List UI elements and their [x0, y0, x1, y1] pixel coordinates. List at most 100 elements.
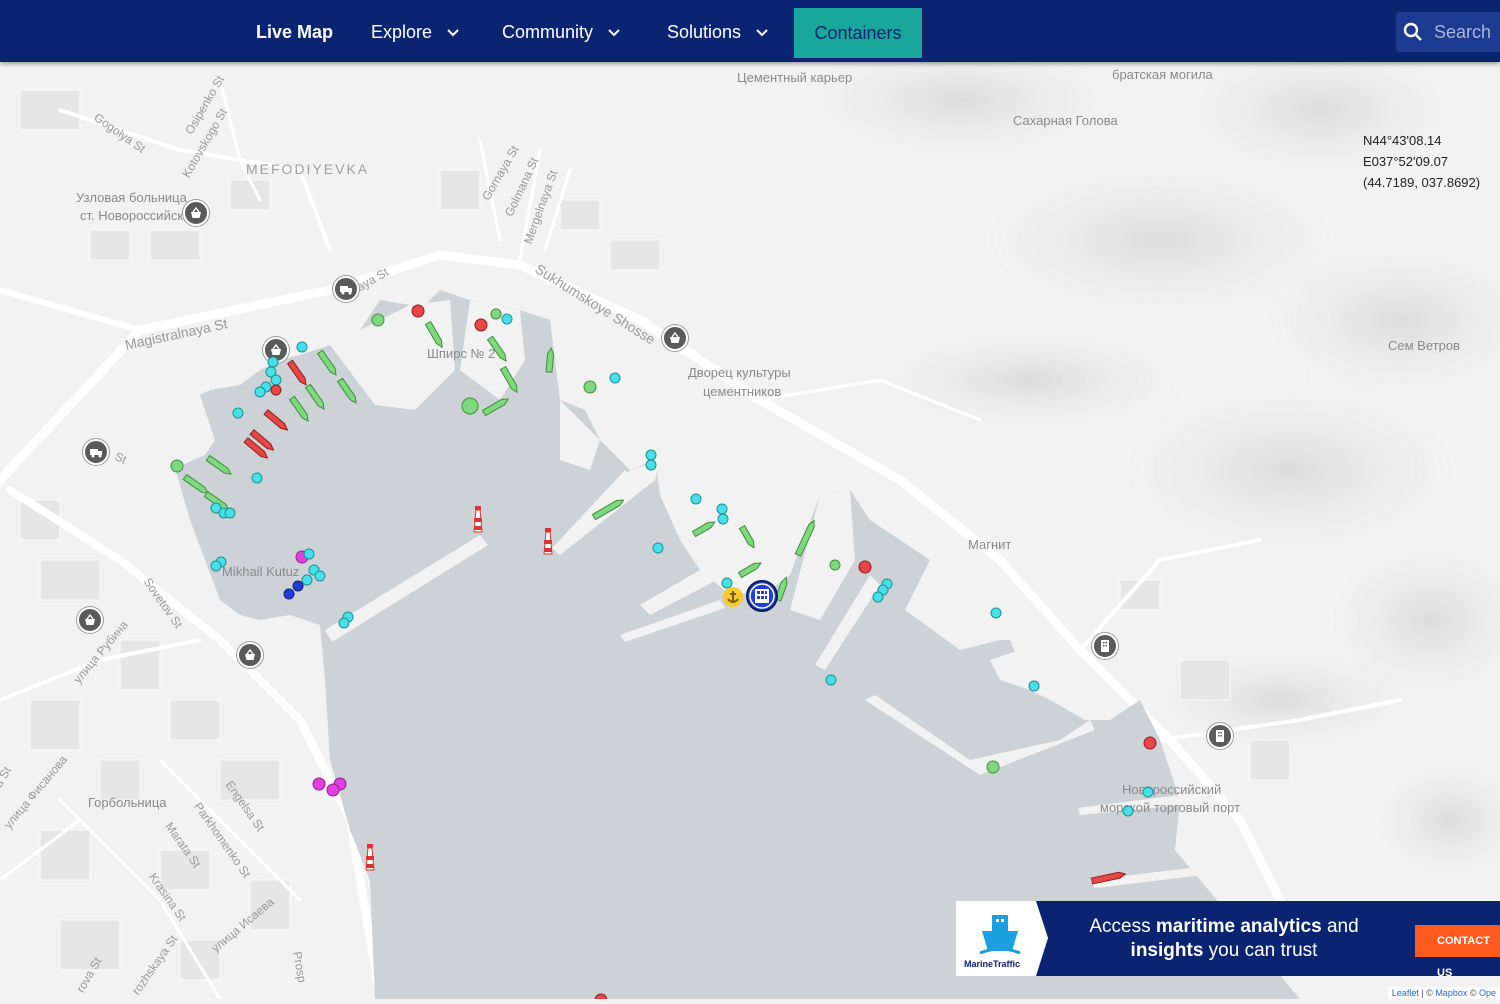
passenger-vessel-dot[interactable]	[717, 513, 729, 525]
cargo-vessel-dot[interactable]	[986, 760, 1000, 774]
passenger-vessel-dot[interactable]	[1142, 786, 1154, 798]
lighthouse-icon[interactable]	[365, 844, 375, 871]
nav-live-map[interactable]: Live Map	[256, 0, 333, 62]
ad-text-bold: maritime analytics	[1155, 916, 1322, 937]
other-vessel-dot[interactable]	[283, 588, 295, 600]
cargo-vessel-arrow[interactable]	[304, 383, 327, 410]
passenger-vessel-dot[interactable]	[872, 591, 884, 603]
tanker-vessel-arrow[interactable]	[263, 408, 289, 433]
cargo-vessel-arrow[interactable]	[288, 395, 311, 422]
contact-us-button[interactable]: CONTACT US	[1415, 925, 1500, 979]
passenger-vessel-dot[interactable]	[251, 472, 263, 484]
passenger-vessel-dot[interactable]	[825, 674, 837, 686]
coord-lon: E037°52'09.07	[1363, 154, 1449, 169]
lighthouses	[365, 506, 553, 871]
cargo-vessel-arrow[interactable]	[499, 365, 519, 394]
mapbox-link[interactable]: Mapbox	[1435, 988, 1467, 998]
search-icon[interactable]	[1403, 22, 1423, 42]
nav-solutions[interactable]: Solutions	[667, 0, 768, 62]
coord-lat: N44°43'08.14	[1363, 133, 1442, 148]
passenger-vessel-dot[interactable]	[270, 374, 282, 386]
passenger-vessel-dot[interactable]	[1028, 680, 1040, 692]
cargo-vessel-arrow[interactable]	[182, 473, 209, 496]
nav-containers-button[interactable]: Containers	[794, 8, 922, 58]
cargo-vessel-dot[interactable]	[829, 559, 841, 571]
passenger-vessel-dot[interactable]	[990, 607, 1002, 619]
coord-decimal: (44.7189, 037.8692)	[1363, 175, 1481, 190]
passenger-vessel-dot[interactable]	[301, 574, 313, 586]
cargo-vessel-arrow[interactable]	[545, 346, 555, 373]
passenger-vessel-dot[interactable]	[314, 570, 326, 582]
cargo-vessel-arrow[interactable]	[794, 519, 816, 557]
tug-vessel-dot[interactable]	[326, 783, 340, 797]
osm-link[interactable]: Ope	[1479, 988, 1496, 998]
leaflet-link[interactable]: Leaflet	[1392, 988, 1419, 998]
search-input[interactable]	[1434, 12, 1500, 52]
tanker-vessel-dot[interactable]	[411, 304, 425, 318]
passenger-vessel-dot[interactable]	[1122, 805, 1134, 817]
cargo-vessel-arrow[interactable]	[737, 560, 763, 579]
passenger-vessel-dot[interactable]	[338, 617, 350, 629]
anchor-icon[interactable]	[723, 587, 743, 607]
passenger-vessel-dot[interactable]	[296, 341, 308, 353]
tanker-vessel-arrow[interactable]	[286, 359, 309, 386]
nav-live-map-label: Live Map	[256, 22, 334, 42]
nav-solutions-label: Solutions	[667, 22, 742, 42]
tanker-vessel-dot[interactable]	[270, 384, 282, 396]
passenger-vessel-dot[interactable]	[645, 449, 657, 461]
tanker-vessel-arrow[interactable]	[1090, 871, 1127, 885]
ad-headline: Access maritime analytics and insights y…	[1060, 915, 1388, 963]
passenger-vessel-dot[interactable]	[690, 493, 702, 505]
top-nav: Live Map Explore Community Solutions Con…	[0, 0, 1500, 62]
vessels-underway	[182, 320, 1127, 885]
passenger-vessel-dot[interactable]	[254, 386, 266, 398]
passenger-vessel-dot[interactable]	[716, 503, 728, 515]
cargo-vessel-dot[interactable]	[461, 397, 479, 415]
cargo-vessel-arrow[interactable]	[316, 349, 339, 376]
tanker-vessel-dot[interactable]	[1143, 736, 1157, 750]
port-authority-icon[interactable]	[746, 580, 778, 612]
passenger-vessel-dot[interactable]	[652, 542, 664, 554]
vessels-moored	[170, 304, 1157, 999]
other-vessel-dot[interactable]	[292, 580, 304, 592]
nav-community[interactable]: Community	[502, 0, 620, 62]
passenger-vessel-dot[interactable]	[267, 356, 279, 368]
tug-vessel-dot[interactable]	[312, 777, 326, 791]
cargo-vessel-arrow[interactable]	[424, 320, 444, 349]
coordinates-readout: N44°43'08.14 E037°52'09.07 (44.7189, 037…	[1363, 130, 1480, 193]
cargo-vessel-dot[interactable]	[371, 313, 385, 327]
chevron-down-icon	[756, 29, 768, 37]
cargo-vessel-arrow[interactable]	[591, 497, 625, 521]
cargo-vessel-dot[interactable]	[170, 459, 184, 473]
attribution-separator: | ©	[1418, 988, 1436, 998]
cargo-vessel-arrow[interactable]	[691, 519, 717, 538]
passenger-vessel-dot[interactable]	[501, 313, 513, 325]
tanker-vessel-dot[interactable]	[474, 318, 488, 332]
ad-text-part: you can trust	[1203, 940, 1318, 961]
vessel-layer	[170, 304, 1157, 999]
cargo-vessel-arrow[interactable]	[486, 335, 509, 362]
passenger-vessel-dot[interactable]	[210, 560, 222, 572]
tanker-vessel-dot[interactable]	[594, 993, 608, 999]
cargo-vessel-arrow[interactable]	[738, 524, 756, 550]
passenger-vessel-dot[interactable]	[645, 459, 657, 471]
attribution-separator: ©	[1467, 988, 1479, 998]
nav-explore[interactable]: Explore	[371, 0, 459, 62]
map-canvas[interactable]: Цементный карьер братская могила Сахарна…	[0, 0, 1500, 1003]
tanker-vessel-dot[interactable]	[858, 560, 872, 574]
cargo-vessel-dot[interactable]	[583, 380, 597, 394]
cargo-vessel-arrow[interactable]	[481, 396, 510, 417]
lighthouse-icon[interactable]	[473, 506, 483, 533]
passenger-vessel-dot[interactable]	[303, 548, 315, 560]
passenger-vessel-dot[interactable]	[721, 577, 733, 589]
ad-banner[interactable]: MarineTraffic Access maritime analytics …	[956, 901, 1500, 979]
cargo-vessel-dot[interactable]	[490, 308, 502, 320]
cargo-vessel-arrow[interactable]	[336, 377, 359, 404]
search-box[interactable]	[1396, 12, 1500, 52]
passenger-vessel-dot[interactable]	[232, 407, 244, 419]
ad-text-part: and	[1321, 916, 1359, 937]
passenger-vessel-dot[interactable]	[609, 372, 621, 384]
lighthouse-icon[interactable]	[543, 528, 553, 555]
passenger-vessel-dot[interactable]	[224, 507, 236, 519]
cargo-vessel-arrow[interactable]	[205, 454, 232, 477]
